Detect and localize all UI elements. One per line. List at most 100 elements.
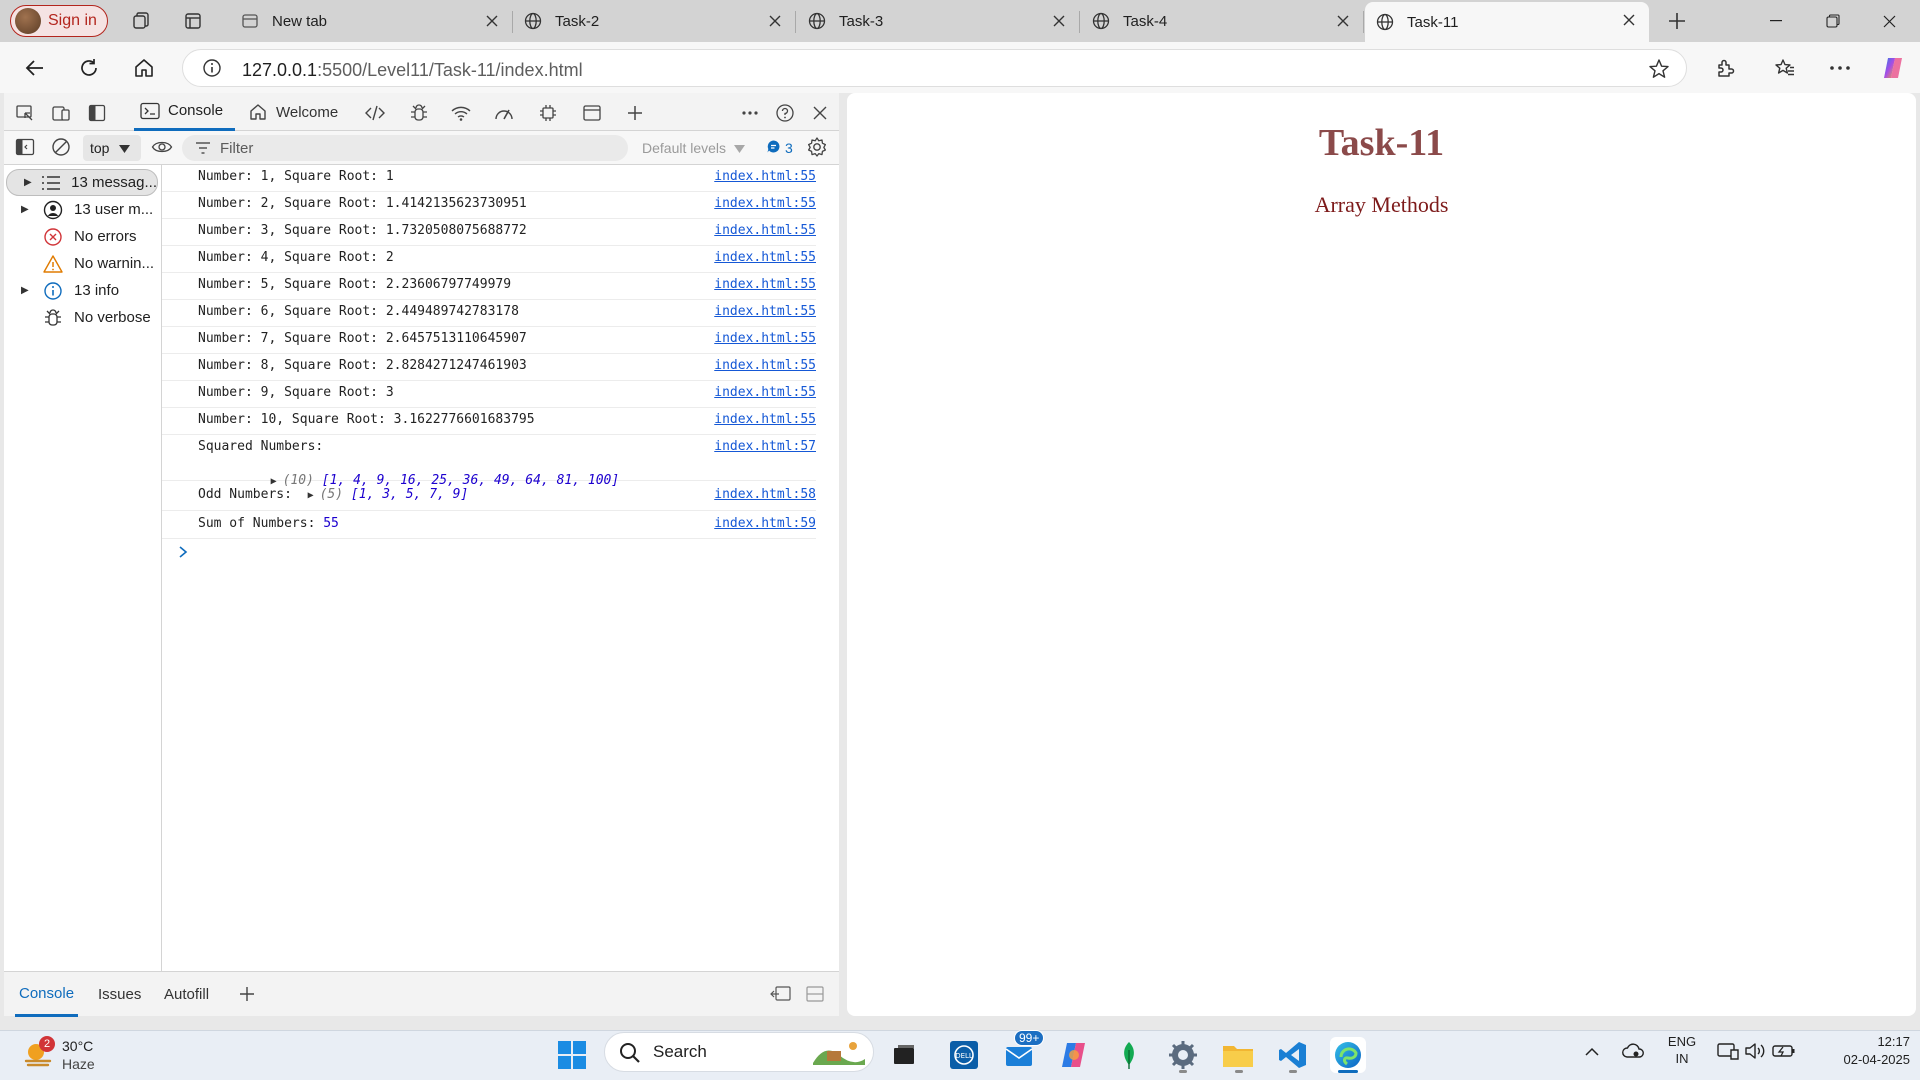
vscode-icon[interactable] xyxy=(1275,1037,1311,1073)
dell-app-icon[interactable]: DELL xyxy=(946,1037,982,1073)
tab-task-2[interactable]: Task-2 xyxy=(513,3,796,39)
favorites-icon[interactable] xyxy=(1770,53,1800,83)
restore-icon[interactable] xyxy=(1810,6,1856,36)
workspaces-icon[interactable] xyxy=(128,8,154,34)
taskbar-search[interactable]: Search xyxy=(604,1032,874,1072)
home-icon[interactable] xyxy=(129,53,159,83)
performance-icon[interactable] xyxy=(491,101,517,125)
console-filter-input[interactable]: Filter xyxy=(182,135,628,161)
back-icon[interactable] xyxy=(20,53,50,83)
minimize-icon[interactable] xyxy=(1753,6,1799,36)
sidebar-item-user-messages[interactable]: ▶ 13 user m... xyxy=(4,196,158,223)
add-drawer-tab-plus-icon[interactable] xyxy=(234,982,260,1006)
issues-counter[interactable]: 3 xyxy=(766,139,793,157)
context-selector[interactable]: top xyxy=(83,135,141,161)
settings-gear-icon[interactable] xyxy=(1165,1037,1201,1073)
show-hidden-icons-chevron-icon[interactable] xyxy=(1582,1040,1602,1062)
tab-task-4[interactable]: Task-4 xyxy=(1081,3,1364,39)
sign-in-button[interactable]: Sign in xyxy=(10,5,108,37)
show-sidebar-icon[interactable] xyxy=(12,135,38,159)
task-view-icon[interactable] xyxy=(886,1037,922,1073)
site-info-icon[interactable] xyxy=(202,58,222,82)
close-window-icon[interactable] xyxy=(1866,6,1912,36)
extensions-icon[interactable] xyxy=(1710,53,1740,83)
source-link[interactable]: index.html:55 xyxy=(714,385,816,400)
sources-bug-icon[interactable] xyxy=(406,101,432,125)
console-settings-gear-icon[interactable] xyxy=(804,135,830,159)
elements-icon[interactable] xyxy=(362,101,388,125)
expand-arrow-icon[interactable]: ▶ xyxy=(24,177,32,188)
add-tool-plus-icon[interactable] xyxy=(622,101,648,125)
source-link[interactable]: index.html:55 xyxy=(714,304,816,319)
drawer-dock-icon[interactable] xyxy=(768,982,794,1006)
weather-widget[interactable]: 2 30°C Haze xyxy=(22,1030,95,1080)
file-explorer-icon[interactable] xyxy=(1220,1037,1256,1073)
application-icon[interactable] xyxy=(579,101,605,125)
drawer-tab-issues[interactable]: Issues xyxy=(98,972,141,1017)
favorite-star-icon[interactable] xyxy=(1648,58,1670,84)
new-tab-plus-icon[interactable] xyxy=(1664,8,1690,34)
help-icon[interactable] xyxy=(772,101,798,125)
source-link[interactable]: index.html:58 xyxy=(714,487,816,502)
language-indicator[interactable]: ENG IN xyxy=(1665,1033,1699,1067)
device-emulation-icon[interactable] xyxy=(48,101,74,125)
source-link[interactable]: index.html:55 xyxy=(714,277,816,292)
address-bar[interactable]: 127.0.0.1:5500/Level11/Task-11/index.htm… xyxy=(182,49,1687,87)
close-tab-icon[interactable] xyxy=(1619,10,1639,30)
source-link[interactable]: index.html:55 xyxy=(714,196,816,211)
mail-icon[interactable]: 99+ xyxy=(1002,1030,1045,1073)
tab-welcome[interactable]: Welcome xyxy=(248,93,348,131)
close-tab-icon[interactable] xyxy=(482,11,502,31)
array-preview[interactable]: ▶ (5) [1, 3, 5, 7, 9] xyxy=(308,487,469,502)
start-windows-icon[interactable] xyxy=(554,1037,590,1073)
edge-browser-icon[interactable] xyxy=(1330,1037,1366,1073)
expand-arrow-icon[interactable]: ▶ xyxy=(308,490,314,501)
drawer-tab-autofill[interactable]: Autofill xyxy=(164,972,209,1017)
source-link[interactable]: index.html:57 xyxy=(714,439,816,454)
copilot-app-icon[interactable] xyxy=(1056,1037,1092,1073)
source-link[interactable]: index.html:55 xyxy=(714,331,816,346)
mongodb-leaf-icon[interactable] xyxy=(1111,1037,1147,1073)
close-devtools-icon[interactable] xyxy=(807,101,833,125)
network-display-icon[interactable] xyxy=(1716,1040,1740,1062)
more-tools-icon[interactable] xyxy=(737,101,763,125)
clear-console-icon[interactable] xyxy=(48,135,74,159)
log-levels-dropdown[interactable]: Default levels xyxy=(634,135,754,161)
tab-console[interactable]: Console xyxy=(134,93,235,131)
close-tab-icon[interactable] xyxy=(1333,11,1353,31)
source-link[interactable]: index.html:55 xyxy=(714,169,816,184)
more-options-icon[interactable] xyxy=(1825,53,1855,83)
tab-task-3[interactable]: Task-3 xyxy=(797,3,1080,39)
inspect-element-icon[interactable] xyxy=(12,101,38,125)
expand-arrow-icon[interactable]: ▶ xyxy=(21,204,33,215)
tab-task-11[interactable]: Task-11 xyxy=(1365,2,1649,42)
console-prompt-icon[interactable] xyxy=(178,545,188,563)
battery-charging-icon[interactable] xyxy=(1772,1040,1796,1062)
source-link[interactable]: index.html:55 xyxy=(714,223,816,238)
source-link[interactable]: index.html:55 xyxy=(714,412,816,427)
live-expression-eye-icon[interactable] xyxy=(149,135,175,159)
refresh-icon[interactable] xyxy=(74,53,104,83)
sidebar-item-info[interactable]: ▶ 13 info xyxy=(4,277,158,304)
sidebar-item-errors[interactable]: No errors xyxy=(4,223,158,250)
close-drawer-icon[interactable] xyxy=(802,982,828,1006)
drawer-tab-console[interactable]: Console xyxy=(15,972,79,1017)
memory-icon[interactable] xyxy=(535,101,561,125)
copilot-icon[interactable] xyxy=(1878,53,1908,83)
tab-actions-icon[interactable] xyxy=(180,8,206,34)
source-link[interactable]: index.html:59 xyxy=(714,516,816,531)
source-link[interactable]: index.html:55 xyxy=(714,358,816,373)
dock-sidebar-icon[interactable] xyxy=(84,101,110,125)
onedrive-cloud-icon[interactable] xyxy=(1620,1040,1646,1062)
sidebar-item-verbose[interactable]: No verbose xyxy=(4,304,158,331)
clock[interactable]: 12:17 02-04-2025 xyxy=(1810,1033,1911,1069)
tab-new-tab[interactable]: New tab xyxy=(230,3,513,39)
source-link[interactable]: index.html:55 xyxy=(714,250,816,265)
expand-arrow-icon[interactable]: ▶ xyxy=(21,285,33,296)
close-tab-icon[interactable] xyxy=(765,11,785,31)
volume-icon[interactable] xyxy=(1744,1040,1766,1062)
close-tab-icon[interactable] xyxy=(1049,11,1069,31)
sidebar-item-messages[interactable]: ▶ 13 messag... xyxy=(6,169,158,196)
sidebar-item-warnings[interactable]: No warnin... xyxy=(4,250,158,277)
network-icon[interactable] xyxy=(448,101,474,125)
